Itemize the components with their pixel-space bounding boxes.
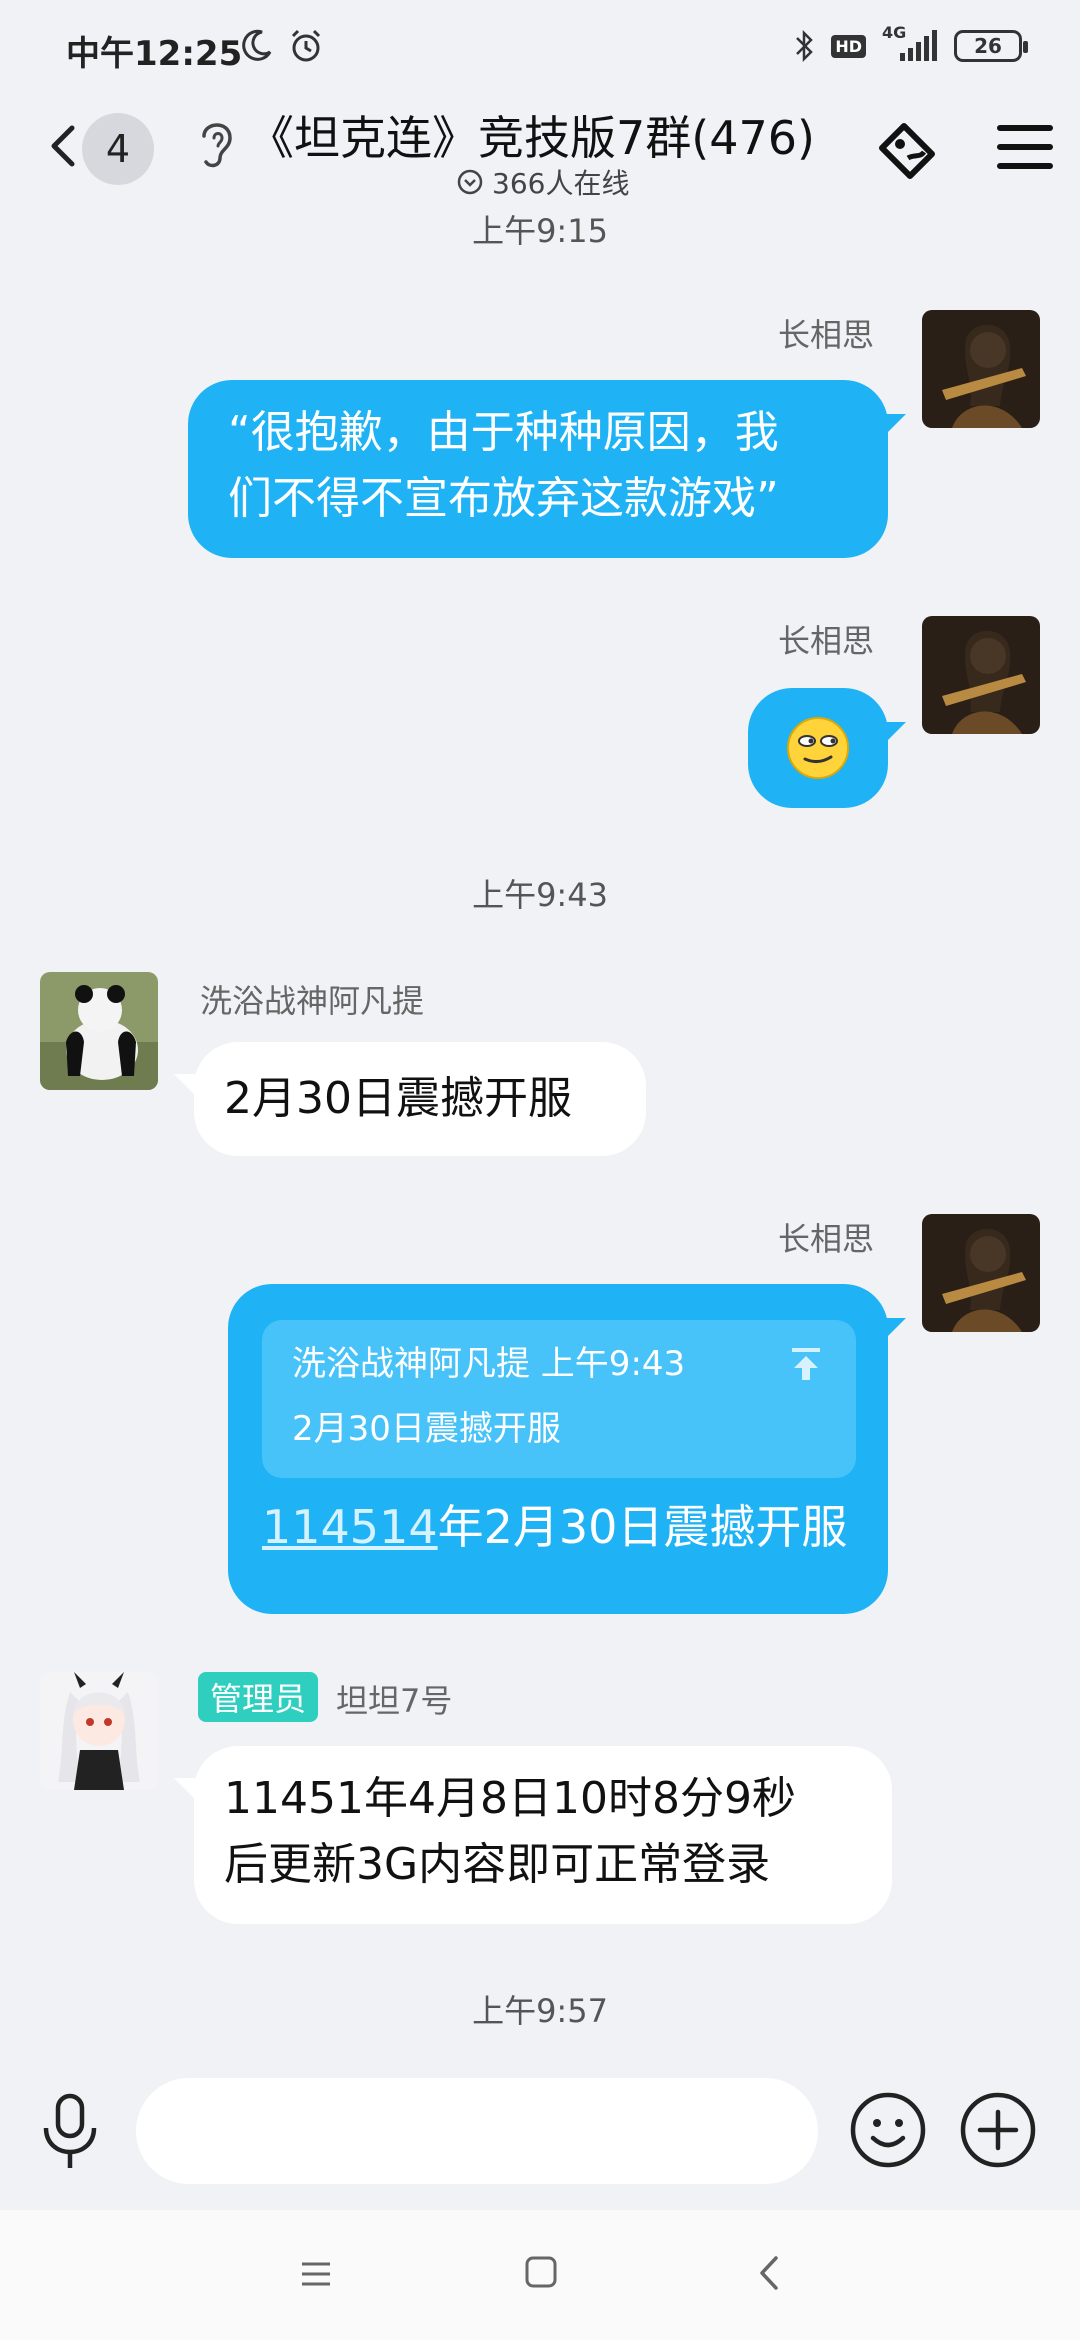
quoted-message[interactable]: 洗浴战神阿凡提 上午9:43 2月30日震撼开服	[262, 1320, 856, 1478]
home-icon[interactable]	[523, 2254, 559, 2290]
avatar[interactable]	[40, 1672, 158, 1790]
message-bubble[interactable]: 2月30日震撼开服	[194, 1042, 646, 1156]
ear-icon[interactable]	[194, 114, 240, 174]
avatar[interactable]	[40, 972, 158, 1090]
status-icons-left	[238, 28, 324, 64]
timestamp: 上午9:57	[472, 1992, 608, 2030]
number-link[interactable]: 114514	[262, 1500, 438, 1554]
online-count-label: 366人在线	[492, 167, 630, 200]
sender-name: 坦坦7号	[336, 1682, 453, 1720]
bubble-tail	[174, 1074, 196, 1096]
system-nav-bar	[0, 2210, 1080, 2340]
input-bar	[0, 2064, 1080, 2210]
battery-level: 26	[974, 34, 1002, 58]
tag-icon[interactable]	[870, 114, 944, 188]
avatar[interactable]	[922, 616, 1040, 734]
mic-icon[interactable]	[38, 2090, 102, 2172]
message-text-line: “很抱歉，由于种种原因，我	[228, 407, 779, 458]
signal-indicator: 4G	[880, 23, 940, 63]
message-text-line: 们不得不宣布放弃这款游戏”	[228, 473, 779, 524]
message-bubble[interactable]: 11451年4月8日10时8分9秒 后更新3G内容即可正常登录	[194, 1746, 892, 1924]
sender-name: 长相思	[777, 1220, 874, 1258]
alarm-icon	[291, 29, 321, 62]
back-icon[interactable]	[754, 2254, 784, 2292]
timestamp: 上午9:15	[472, 214, 608, 250]
group-title[interactable]: 《坦克连》竞技版7群(476)	[248, 102, 815, 168]
message-bubble[interactable]: “很抱歉，由于种种原因，我 们不得不宣布放弃这款游戏”	[188, 380, 888, 558]
status-time: 中午12:25	[66, 34, 243, 74]
signal-icon	[900, 30, 937, 61]
message-list[interactable]: 上午9:15 长相思 “很抱歉，由于种种原因，我 们不得不宣布放弃这款游戏” 长…	[0, 214, 1080, 2064]
bubble-tail	[174, 1778, 196, 1800]
battery-icon: 26	[954, 30, 1028, 62]
timestamp: 上午9:43	[472, 876, 608, 914]
sender-name: 长相思	[777, 622, 874, 660]
reply-text-rest: 年2月30日震撼开服	[437, 1500, 848, 1554]
message-text-line: 11451年4月8日10时8分9秒	[224, 1773, 796, 1824]
quote-text: 2月30日震撼开服	[292, 1409, 561, 1449]
bubble-tail	[884, 414, 906, 436]
recent-apps-icon[interactable]	[298, 2258, 334, 2290]
quote-sender: 洗浴战神阿凡提 上午9:43	[292, 1344, 686, 1384]
sender-name: 洗浴战神阿凡提	[200, 982, 425, 1020]
emoji-bubble[interactable]	[748, 688, 888, 808]
jump-to-top-icon[interactable]	[786, 1344, 826, 1384]
bubble-tail	[884, 722, 906, 744]
status-icons-right: HD 4G 26	[793, 23, 1028, 64]
message-text: 2月30日震撼开服	[224, 1073, 572, 1124]
hd-badge: HD	[831, 34, 866, 58]
plus-icon[interactable]	[958, 2090, 1038, 2170]
reply-text: 114514年2月30日震撼开服	[262, 1494, 856, 1560]
smile-icon[interactable]	[848, 2090, 928, 2170]
unread-count-badge[interactable]: 4	[82, 113, 154, 185]
menu-icon[interactable]	[996, 122, 1054, 172]
reply-message-bubble[interactable]: 洗浴战神阿凡提 上午9:43 2月30日震撼开服 114514年2月30日震撼开…	[228, 1284, 888, 1614]
admin-role-tag: 管理员	[198, 1672, 319, 1722]
chat-header: 4 《坦克连》竞技版7群(476) 366人在线	[0, 96, 1080, 214]
avatar[interactable]	[922, 310, 1040, 428]
sender-name: 长相思	[777, 316, 874, 354]
avatar[interactable]	[922, 1214, 1040, 1332]
bluetooth-icon	[796, 29, 814, 63]
bubble-tail	[884, 1318, 906, 1340]
chevron-circle-icon	[457, 169, 483, 195]
message-input[interactable]	[136, 2078, 818, 2184]
smirk-emoji-icon	[787, 717, 849, 779]
status-bar: 中午12:25 HD 4G 26	[0, 0, 1080, 96]
message-text-line: 后更新3G内容即可正常登录	[224, 1839, 771, 1890]
online-count[interactable]: 366人在线	[456, 162, 629, 202]
moon-icon	[242, 29, 272, 61]
